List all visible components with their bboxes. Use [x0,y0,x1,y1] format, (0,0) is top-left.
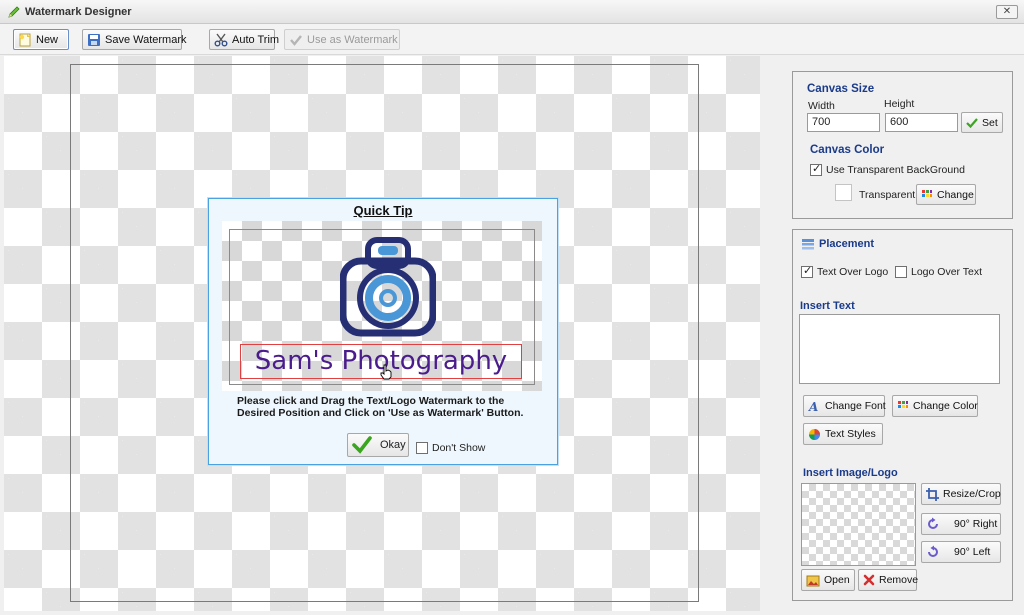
change-canvas-color-label: Change [937,188,974,201]
scissors-icon [214,33,228,46]
rotate-left-icon [928,545,938,557]
rotate-left-label: 90° Left [954,546,991,558]
color-palette-icon [922,189,932,197]
green-check-icon [352,436,372,454]
close-button[interactable]: ✕ [996,5,1018,19]
logo-over-text-checkbox[interactable]: Logo Over Text [895,266,982,278]
use-as-watermark-label: Use as Watermark [307,33,398,46]
dont-show-checkbox[interactable]: Don't Show [416,442,485,454]
change-font-button[interactable]: A Change Font [803,395,886,417]
quick-tip-title: Quick Tip [353,203,413,218]
color-palette-icon [898,401,908,408]
logo-preview-box[interactable] [801,483,916,566]
auto-trim-button[interactable]: Auto Trim [209,29,279,50]
open-image-label: Open [824,574,850,586]
save-watermark-label: Save Watermark [105,33,187,46]
text-styles-button[interactable]: Text Styles [803,423,883,445]
remove-image-label: Remove [879,574,919,586]
okay-button[interactable]: Okay [347,433,409,457]
insert-text-title: Insert Text [800,300,855,312]
set-button[interactable]: Set [961,112,1003,133]
logo-over-text-label: Logo Over Text [911,266,983,278]
watermark-content-group: Placement Text Over Logo Logo Over Text … [792,229,1013,601]
width-input[interactable]: 700 [807,113,880,132]
green-check-icon [966,117,978,128]
rotate-right-icon [928,517,938,529]
toolbar: New Save Watermark Auto Trim Use as Wate… [0,24,1024,55]
canvas-color-title: Canvas Color [810,144,885,156]
pencil-icon [8,5,20,18]
svg-text:A: A [808,400,818,413]
dont-show-label: Don't Show [432,442,486,454]
quick-tip-message: Please click and Drag the Text/Logo Wate… [237,395,524,419]
transparent-bg-box[interactable] [810,162,822,176]
checkmark-icon [290,34,302,46]
layers-icon [802,239,814,250]
placement-title: Placement [819,238,875,250]
rotate-left-button[interactable]: 90° Left [921,541,1001,563]
insert-text-input[interactable] [799,314,1000,384]
text-over-logo-box[interactable] [801,264,813,278]
settings-panel: Canvas Size Width Height 700 600 Set Can… [764,56,1024,615]
save-watermark-button[interactable]: Save Watermark [82,29,187,50]
change-text-color-button[interactable]: Change Color [892,395,978,417]
height-label: Height [884,98,915,110]
canvas-size-title: Canvas Size [807,83,875,95]
set-label: Set [982,116,998,129]
transparent-bg-label: Use Transparent BackGround [826,164,965,176]
transparent-bg-checkbox[interactable]: Use Transparent BackGround [810,162,965,176]
text-over-logo-checkbox[interactable]: Text Over Logo [801,264,889,278]
color-wheel-icon [809,428,820,440]
hand-cursor-icon [380,364,392,380]
font-icon: A [808,400,818,413]
logo-over-text-box[interactable] [895,266,907,278]
rotate-right-button[interactable]: 90° Right [921,513,1001,535]
text-over-logo-label: Text Over Logo [817,266,889,278]
canvas-settings-group: Canvas Size Width Height 700 600 Set Can… [792,71,1013,219]
resize-crop-button[interactable]: Resize/Crop [921,483,1001,505]
placement-heading: Placement [801,238,874,250]
title-bar: Watermark Designer ✕ [0,0,1024,24]
change-font-label: Change Font [825,400,886,412]
quick-tip-preview: Sam's Photography [222,221,542,391]
use-as-watermark-button[interactable]: Use as Watermark [284,29,400,50]
dont-show-box[interactable] [416,442,428,454]
canvas-color-swatch[interactable] [835,184,852,201]
remove-image-button[interactable]: Remove [858,569,919,591]
new-button[interactable]: New [13,29,69,50]
resize-crop-label: Resize/Crop [943,488,1001,500]
new-document-icon [19,33,31,46]
new-button-label: New [36,33,59,46]
change-canvas-color-button[interactable]: Change [916,184,976,205]
change-text-color-label: Change Color [913,400,978,412]
save-icon [88,33,100,46]
quick-tip-dialog: Quick Tip Sam's Photography Please click… [208,198,558,465]
open-image-icon [806,575,820,586]
canvas-color-name: Transparent [859,189,916,201]
okay-label: Okay [380,439,406,451]
open-image-button[interactable]: Open [801,569,855,591]
width-label: Width [808,100,835,112]
insert-image-title: Insert Image/Logo [803,467,898,479]
auto-trim-label: Auto Trim [232,33,280,46]
camera-logo-icon [340,237,436,337]
crop-icon [926,487,939,501]
red-x-icon [863,574,875,586]
height-input[interactable]: 600 [885,113,958,132]
window-title: Watermark Designer [25,5,132,18]
text-styles-label: Text Styles [825,428,876,440]
rotate-right-label: 90° Right [954,518,998,530]
